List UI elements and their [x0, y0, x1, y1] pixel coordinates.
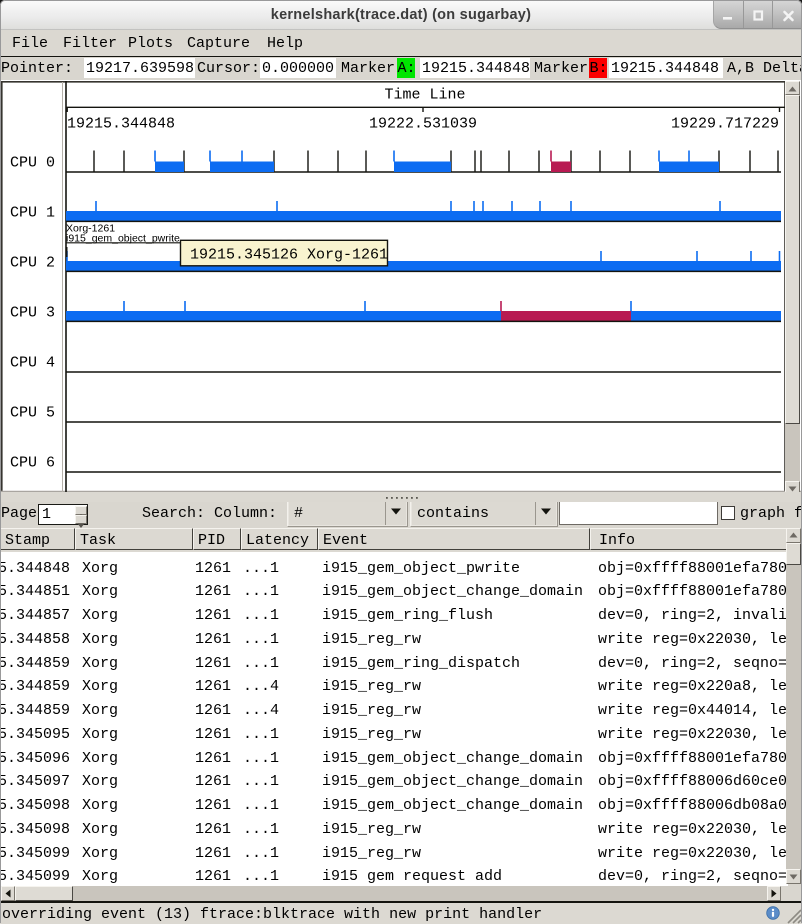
svg-text:CPU 4: CPU 4	[10, 355, 55, 372]
svg-text:CPU 0: CPU 0	[10, 155, 55, 172]
svg-text:19222.531039: 19222.531039	[369, 116, 477, 133]
svg-text:19215.344848: 19215.344848	[67, 116, 175, 133]
svg-text:CPU 6: CPU 6	[10, 455, 55, 472]
svg-text:19229.717229: 19229.717229	[671, 116, 779, 133]
svg-text:CPU 5: CPU 5	[10, 405, 55, 422]
svg-text:Time Line: Time Line	[384, 87, 465, 104]
svg-text:CPU 1: CPU 1	[10, 205, 55, 222]
svg-text:CPU 2: CPU 2	[10, 255, 55, 272]
svg-text:19215.345126 Xorg-1261: 19215.345126 Xorg-1261	[190, 247, 388, 264]
svg-text:CPU 3: CPU 3	[10, 305, 55, 322]
